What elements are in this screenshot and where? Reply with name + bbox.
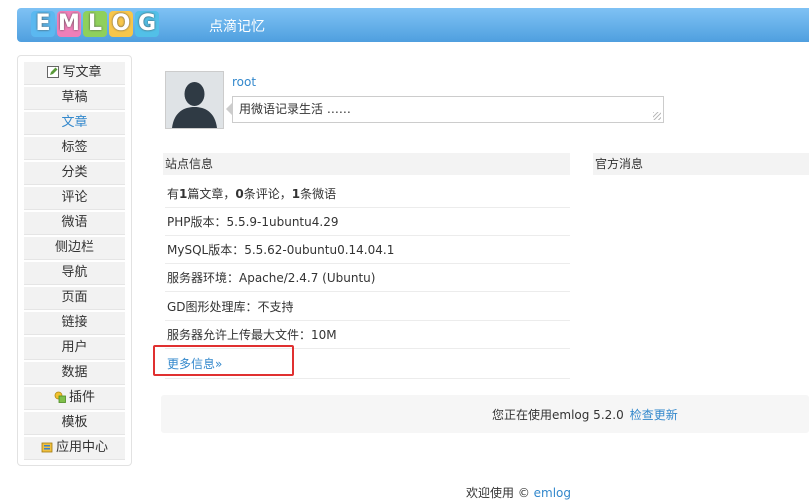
- footer-text: 欢迎使用 ©: [466, 486, 534, 500]
- logo-letter: L: [83, 11, 107, 37]
- stats-text: 有: [167, 187, 180, 201]
- mysql-version-row: MySQL版本：5.5.62-0ubuntu0.14.04.1: [165, 237, 570, 264]
- sidebar-item-app-center[interactable]: 应用中心: [24, 437, 125, 460]
- highlight-box: [153, 345, 294, 376]
- sidebar-menu: 写文章 草稿 文章 标签 分类 评论 微语 侧边栏 导航 页面 链接 用户 数据…: [17, 55, 132, 466]
- version-text: 您正在使用emlog 5.2.0: [492, 408, 624, 422]
- stats-count: 0: [235, 187, 244, 201]
- stats-text: 条微语: [300, 187, 337, 201]
- sidebar-item-templates[interactable]: 模板: [24, 412, 125, 435]
- avatar[interactable]: [165, 71, 224, 129]
- stats-count: 1: [291, 187, 301, 201]
- username-link[interactable]: root: [232, 75, 256, 89]
- sidebar-item-label: 插件: [68, 390, 95, 405]
- emlog-logo[interactable]: E M L O G: [31, 11, 159, 39]
- version-info: 您正在使用emlog 5.2.0 检查更新: [492, 406, 678, 423]
- sidebar-item-articles[interactable]: 文章: [24, 112, 125, 135]
- check-update-link[interactable]: 检查更新: [630, 408, 678, 422]
- resize-grip-icon[interactable]: [653, 112, 661, 120]
- sidebar-item-categories[interactable]: 分类: [24, 162, 125, 185]
- sidebar-item-links[interactable]: 链接: [24, 312, 125, 335]
- logo-letter: G: [135, 11, 159, 37]
- sidebar-item-microblog[interactable]: 微语: [24, 212, 125, 235]
- version-bar: [161, 395, 809, 433]
- sidebar-item-data[interactable]: 数据: [24, 362, 125, 385]
- php-version-row: PHP版本：5.5.9-1ubuntu4.29: [165, 209, 570, 236]
- sidebar-item-navigation[interactable]: 导航: [24, 262, 125, 285]
- microblog-placeholder: 用微语记录生活 ……: [239, 102, 351, 116]
- sidebar-item-comments[interactable]: 评论: [24, 187, 125, 210]
- stats-row: 有1篇文章，0条评论，1条微语: [165, 181, 570, 208]
- divider: [165, 378, 570, 379]
- footer-emlog-link[interactable]: emlog: [534, 486, 571, 500]
- sidebar-item-users[interactable]: 用户: [24, 337, 125, 360]
- sidebar-item-pages[interactable]: 页面: [24, 287, 125, 310]
- app-center-icon: [41, 442, 53, 453]
- stats-text: 条评论，: [243, 187, 292, 201]
- header-bar: E M L O G 点滴记忆: [17, 8, 809, 42]
- sidebar-item-plugins[interactable]: 插件: [24, 387, 125, 410]
- sidebar-item-write[interactable]: 写文章: [24, 62, 125, 85]
- official-news-heading: 官方消息: [593, 153, 809, 175]
- sidebar-item-label: 应用中心: [55, 440, 108, 455]
- site-info-heading: 站点信息: [163, 153, 570, 175]
- stats-text: 篇文章，: [187, 187, 236, 201]
- default-avatar-icon: [166, 72, 223, 128]
- logo-letter: E: [31, 11, 55, 37]
- sidebar-item-drafts[interactable]: 草稿: [24, 87, 125, 110]
- footer: 欢迎使用 © emlog: [466, 484, 571, 501]
- sidebar-item-label: 写文章: [62, 65, 102, 80]
- sidebar-item-tags[interactable]: 标签: [24, 137, 125, 160]
- gd-library-row: GD图形处理库：不支持: [165, 294, 570, 321]
- sidebar-item-widgets[interactable]: 侧边栏: [24, 237, 125, 260]
- server-env-row: 服务器环境：Apache/2.4.7 (Ubuntu): [165, 265, 570, 292]
- microblog-input[interactable]: 用微语记录生活 ……: [232, 96, 664, 123]
- site-name-link[interactable]: 点滴记忆: [209, 16, 265, 36]
- logo-letter: O: [109, 11, 133, 37]
- logo-letter: M: [57, 11, 81, 37]
- edit-icon: [47, 66, 60, 78]
- plugin-icon: [54, 391, 66, 403]
